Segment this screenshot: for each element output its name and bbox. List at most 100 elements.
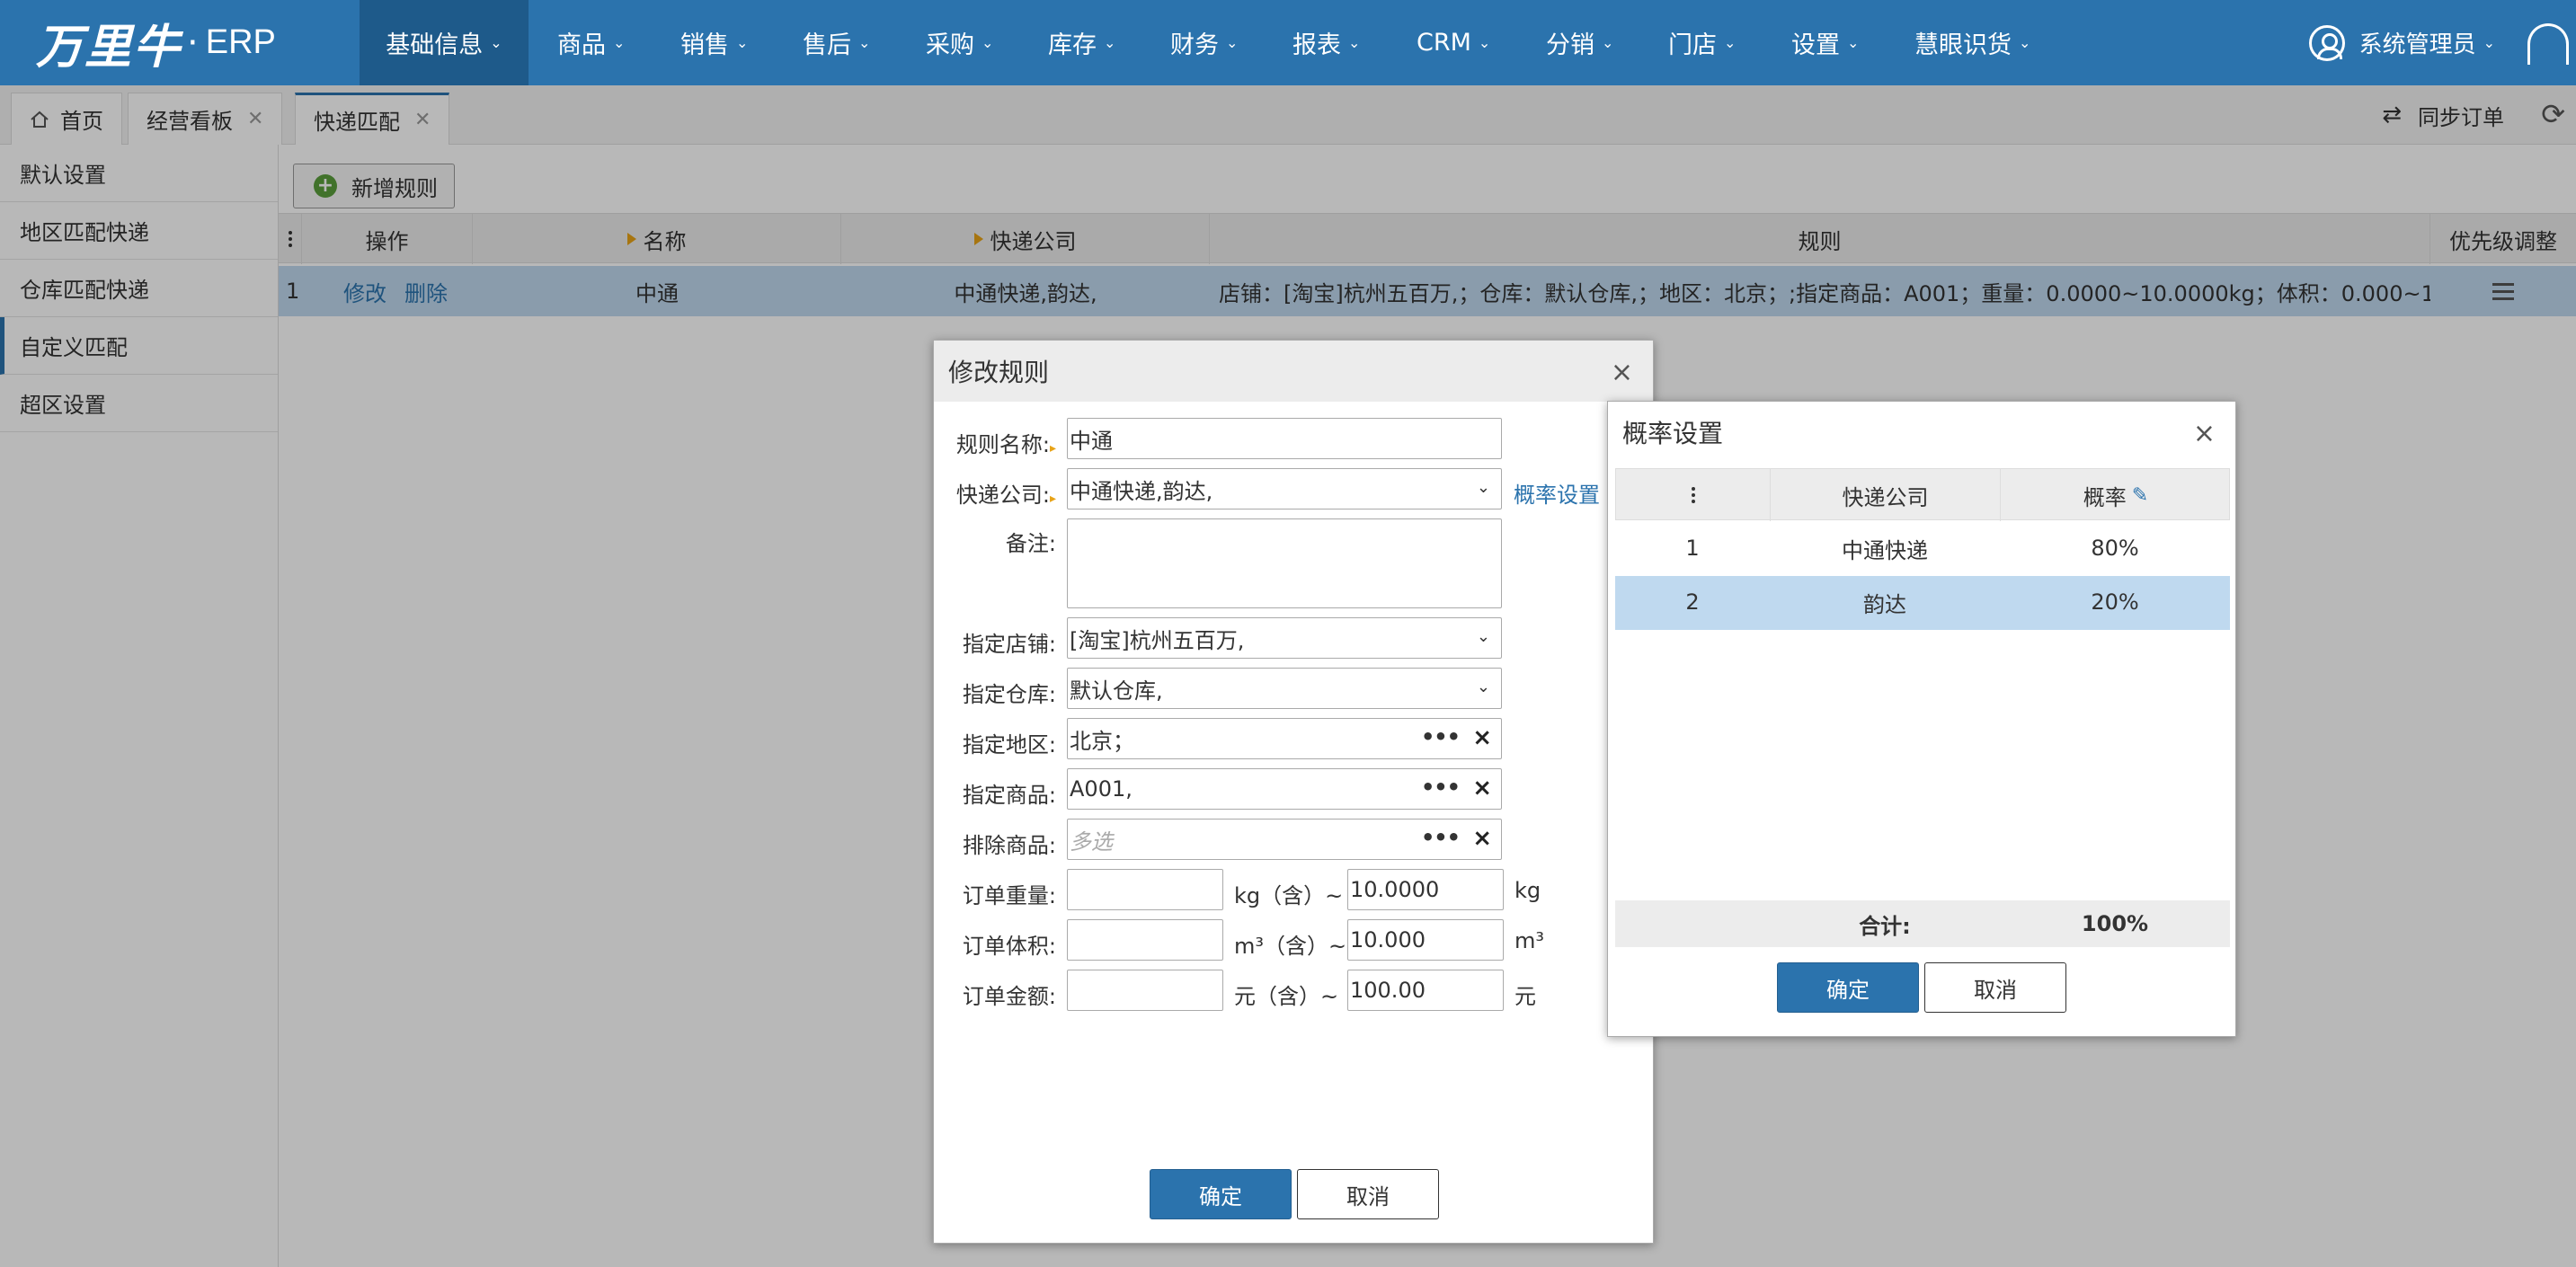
label-volume: 订单体积: (962, 934, 1056, 959)
user-menu[interactable]: 系统管理员 ⌄ (2308, 0, 2495, 85)
rule-name-input[interactable]: 中通 (1067, 418, 1502, 459)
shop-select[interactable]: [淘宝]杭州五百万, ⌄ (1067, 617, 1502, 659)
cancel-button[interactable]: 取消 (1297, 1169, 1439, 1219)
logo-erp: ERP (205, 23, 276, 61)
table-row[interactable]: 2 韵达 20% (1615, 576, 2230, 630)
nav-item-stores[interactable]: 门店 ⌄ (1668, 0, 1736, 85)
region-value: 北京； (1070, 728, 1134, 754)
label-warehouse: 指定仓库: (962, 682, 1056, 707)
nav-item-finance[interactable]: 财务 ⌄ (1170, 0, 1238, 85)
nav-label: 分销 (1546, 31, 1594, 59)
amount-mid-unit: 元（含）~ (1234, 984, 1339, 1009)
volume-unit: m³ (1515, 928, 1544, 953)
chevron-down-icon: ⌄ (1476, 478, 1490, 497)
probability-settings-link[interactable]: 概率设置 (1514, 477, 1600, 509)
nav-item-goods[interactable]: 商品 ⌄ (557, 0, 625, 85)
label-name: 规则名称:▸ (955, 432, 1056, 457)
row-rate[interactable]: 20% (2000, 576, 2230, 628)
chevron-down-icon: ⌄ (982, 34, 994, 51)
nav-label: CRM (1417, 29, 1471, 57)
close-icon[interactable]: × (1611, 357, 1633, 388)
label-company: 快递公司:▸ (955, 483, 1056, 508)
weight-min-input[interactable] (1067, 869, 1223, 910)
chevron-down-icon: ⌄ (1104, 34, 1116, 51)
clear-icon[interactable]: × (1472, 825, 1492, 852)
label-region: 指定地区: (962, 732, 1056, 758)
nav-item-sales[interactable]: 销售 ⌄ (680, 0, 748, 85)
probability-table-footer: 合计: 100% (1615, 900, 2230, 947)
dialog-title-bar: 概率设置 × (1608, 402, 2235, 463)
nav-item-purchase[interactable]: 采购 ⌄ (926, 0, 993, 85)
nav-label: 门店 (1668, 31, 1717, 59)
amount-min-input[interactable] (1067, 970, 1223, 1011)
remark-textarea[interactable] (1067, 518, 1502, 608)
logo-mark: 万里牛 (36, 20, 182, 75)
more-icon[interactable]: ••• (1421, 775, 1461, 800)
company-select[interactable]: 中通快递,韵达, ⌄ (1067, 468, 1502, 509)
volume-mid-unit: m³（含）~ (1234, 934, 1347, 959)
more-icon[interactable]: ••• (1421, 825, 1461, 850)
weight-mid-unit: kg（含）~ (1234, 883, 1344, 908)
nav-item-smart-goods[interactable]: 慧眼识货 ⌄ (1914, 0, 2030, 85)
more-icon[interactable]: ••• (1421, 724, 1461, 749)
chevron-down-icon: ⌄ (1478, 34, 1491, 51)
label-amount: 订单金额: (962, 984, 1056, 1009)
label-goods: 指定商品: (962, 783, 1056, 808)
row-company: 中通快递 (1842, 537, 1928, 563)
amount-unit: 元 (1515, 984, 1536, 1009)
goods-value: A001, (1070, 776, 1133, 802)
clear-icon[interactable]: × (1472, 775, 1492, 802)
confirm-button[interactable]: 确定 (1150, 1169, 1292, 1219)
shop-value: [淘宝]杭州五百万, (1070, 627, 1245, 653)
volume-min-input[interactable] (1067, 919, 1223, 961)
user-icon (2308, 24, 2345, 61)
clear-icon[interactable]: × (1472, 724, 1492, 751)
chevron-down-icon: ⌄ (736, 34, 749, 51)
confirm-button[interactable]: 确定 (1777, 962, 1919, 1013)
region-picker[interactable]: 北京； ••• × (1067, 718, 1502, 759)
chevron-down-icon: ⌄ (1847, 34, 1860, 51)
weight-max-input[interactable]: 10.0000 (1347, 869, 1504, 910)
nav-item-reports[interactable]: 报表 ⌄ (1292, 0, 1360, 85)
close-icon[interactable]: × (2193, 418, 2216, 449)
total-value: 100% (2081, 911, 2149, 936)
nav-item-inventory[interactable]: 库存 ⌄ (1048, 0, 1115, 85)
column-menu-icon[interactable] (1616, 469, 1771, 521)
nav-item-settings[interactable]: 设置 ⌄ (1791, 0, 1859, 85)
pencil-icon[interactable]: ✎ (2132, 484, 2148, 507)
nav-label: 基础信息 (386, 31, 484, 59)
headset-icon[interactable] (2527, 23, 2569, 65)
dialog-title: 修改规则 (948, 358, 1050, 387)
top-nav: 万里牛 · ERP 基础信息 ⌄ 商品 ⌄ 销售 ⌄ 售后 ⌄ 采购 ⌄ 库存 ⌄ 财务 ⌄ … (0, 0, 2576, 85)
chevron-down-icon: ⌄ (2483, 34, 2495, 51)
label-remark: 备注: (1005, 531, 1056, 556)
dialog-title: 概率设置 (1622, 419, 1724, 448)
nav-item-basic-info[interactable]: 基础信息 ⌄ (360, 0, 529, 85)
table-row[interactable]: 1 中通快递 80% (1615, 522, 2230, 576)
chevron-down-icon: ⌄ (1226, 34, 1239, 51)
nav-item-crm[interactable]: CRM ⌄ (1417, 0, 1490, 85)
warehouse-select[interactable]: 默认仓库, ⌄ (1067, 668, 1502, 709)
nav-label: 采购 (926, 31, 974, 59)
nav-item-after-sales[interactable]: 售后 ⌄ (803, 0, 870, 85)
dialog-title-bar: 修改规则 × (934, 341, 1653, 402)
amount-max-input[interactable]: 100.00 (1347, 970, 1504, 1011)
row-rate[interactable]: 80% (2000, 522, 2230, 574)
company-value: 中通快递,韵达, (1070, 478, 1213, 504)
chevron-down-icon: ⌄ (490, 34, 502, 51)
chevron-down-icon: ⌄ (613, 34, 626, 51)
nav-item-distribution[interactable]: 分销 ⌄ (1546, 0, 1613, 85)
cancel-button[interactable]: 取消 (1924, 962, 2066, 1013)
row-index: 1 (1685, 536, 1700, 561)
col-company: 快递公司 (1771, 469, 2001, 521)
goods-picker[interactable]: A001, ••• × (1067, 768, 1502, 810)
col-rate: 概率 ✎ (2001, 469, 2231, 521)
warehouse-value: 默认仓库, (1070, 678, 1163, 704)
volume-max-input[interactable]: 10.000 (1347, 919, 1504, 961)
exclude-goods-picker[interactable]: 多选 ••• × (1067, 819, 1502, 860)
exclude-placeholder: 多选 (1070, 828, 1113, 855)
nav-label: 报表 (1292, 31, 1341, 59)
nav-label: 售后 (803, 31, 851, 59)
user-name: 系统管理员 (2358, 31, 2476, 58)
chevron-down-icon: ⌄ (1476, 678, 1490, 696)
